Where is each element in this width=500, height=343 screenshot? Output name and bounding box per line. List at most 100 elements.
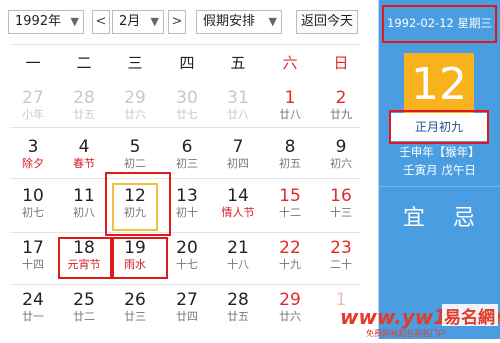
calendar-day[interactable]: 4 春节 [59,137,109,181]
lunar-label: 十三 [330,206,352,219]
divider [10,44,360,45]
lunar-label: 十四 [22,258,44,271]
calendar-day[interactable]: 11 初八 [59,186,109,230]
calendar-day[interactable]: 27 廿四 [162,290,212,334]
day-number: 4 [78,137,90,157]
day-number: 25 [73,290,95,310]
annotation-box-selected-day [105,172,171,236]
calendar-day[interactable]: 1 廿八 [265,88,315,132]
calendar-day[interactable]: 29 廿六 [265,290,315,334]
weekday-thu: 四 [179,54,195,72]
calendar-day[interactable]: 28 廿五 [213,290,263,334]
watermark-site-name: 易名網 [444,307,495,328]
year-select-value: 1992年 [15,14,62,29]
calendar-day[interactable]: 16 十三 [316,186,366,230]
calendar-day[interactable]: 27 小年 [8,88,58,132]
year-select[interactable]: 1992年 ▼ [8,10,84,34]
calendar-day[interactable]: 2 廿九 [316,88,366,132]
calendar-day[interactable]: 29 廿六 [110,88,160,132]
lunar-label: 廿五 [227,310,249,323]
day-number: 31 [227,88,249,108]
calendar-day[interactable]: 9 初六 [316,137,366,181]
calendar-day[interactable]: 31 廿八 [213,88,263,132]
calendar-day[interactable]: 30 廿七 [162,88,212,132]
lunar-label: 二十 [330,258,352,271]
calendar-day[interactable]: 14 情人节 [213,186,263,230]
chevron-down-icon: ▼ [70,15,79,28]
day-number: 27 [176,290,198,310]
next-month-button[interactable]: > [168,10,186,34]
lunar-label: 廿七 [176,108,198,121]
day-number: 28 [227,290,249,310]
month-select[interactable]: 2月 ▼ [112,10,164,34]
prev-month-button[interactable]: < [92,10,110,34]
chevron-down-icon: ▼ [150,15,159,28]
calendar-day[interactable]: 23 二十 [316,238,366,282]
lunar-label: 廿八 [279,108,301,121]
calendar-day[interactable]: 21 十八 [213,238,263,282]
calendar-day[interactable]: 28 廿五 [59,88,109,132]
day-number: 23 [330,238,352,258]
calendar-day[interactable]: 8 初五 [265,137,315,181]
day-number: 11 [73,186,95,206]
divider [379,186,500,187]
calendar-day[interactable]: 24 廿一 [8,290,58,334]
annotation-box-lunar [389,110,489,144]
lunar-label: 十八 [227,258,249,271]
calendar-day[interactable]: 17 十四 [8,238,58,282]
lunar-label: 初六 [330,157,352,170]
lunar-label: 除夕 [22,157,44,170]
lunar-label: 十二 [279,206,301,219]
holiday-select-value: 假期安排 [203,14,256,29]
weekday-tue: 二 [76,54,92,72]
day-number: 24 [22,290,44,310]
day-number: 26 [124,290,146,310]
day-number: 15 [279,186,301,206]
lunar-label: 廿五 [73,108,95,121]
calendar-day[interactable]: 25 廿二 [59,290,109,334]
day-number: 5 [129,137,141,157]
lunar-label: 初四 [227,157,249,170]
day-number: 1 [284,88,296,108]
ji-label[interactable]: 忌 [453,200,475,232]
day-number: 29 [124,88,146,108]
lunar-label: 十七 [176,258,198,271]
lunar-label: 初五 [279,157,301,170]
weekday-sat: 六 [282,54,298,72]
lunar-label: 廿六 [279,310,301,323]
today-button[interactable]: 返回今天 [296,10,358,34]
holiday-select[interactable]: 假期安排 ▼ [196,10,282,34]
day-number: 8 [284,137,296,157]
day-number: 30 [176,88,198,108]
chevron-down-icon: ▼ [268,15,277,28]
annotation-box-date-line [382,5,497,43]
weekday-mon: 一 [25,54,41,72]
day-number: 21 [227,238,249,258]
day-number: 22 [279,238,301,258]
calendar-day[interactable]: 22 十九 [265,238,315,282]
calendar-day[interactable]: 20 十七 [162,238,212,282]
day-number: 27 [22,88,44,108]
lunar-label: 廿三 [124,310,146,323]
weekday-sun: 日 [333,54,349,72]
lunar-label: 初八 [73,206,95,219]
lunar-label: 廿九 [330,108,352,121]
yi-label[interactable]: 宜 [403,200,425,232]
day-number: 2 [335,88,347,108]
lunar-label: 情人节 [221,206,255,219]
lunar-label: 廿一 [22,310,44,323]
calendar-day[interactable]: 7 初四 [213,137,263,181]
ganzhi-month-day: 壬寅月 戊午日 [403,163,476,177]
calendar-day[interactable]: 10 初七 [8,186,58,230]
lunar-label: 十九 [279,258,301,271]
calendar-day[interactable]: 26 廿三 [110,290,160,334]
divider [10,284,360,285]
day-number: 17 [22,238,44,258]
calendar-day[interactable]: 15 十二 [265,186,315,230]
day-number: 16 [330,186,352,206]
calendar-panel: 1992年 ▼ < 2月 ▼ > 假期安排 ▼ 返回今天 一 二 三 四 五 六… [0,0,379,339]
day-number: 29 [279,290,301,310]
calendar-day[interactable]: 3 除夕 [8,137,58,181]
site-watermark: www.yw11.com 易名網 免费网易起名测名门户 [336,294,500,339]
day-detail-panel: 1992-02-12 星期三 12 正月初九 壬申年【猴年】 壬寅月 戊午日 宜… [379,0,500,339]
